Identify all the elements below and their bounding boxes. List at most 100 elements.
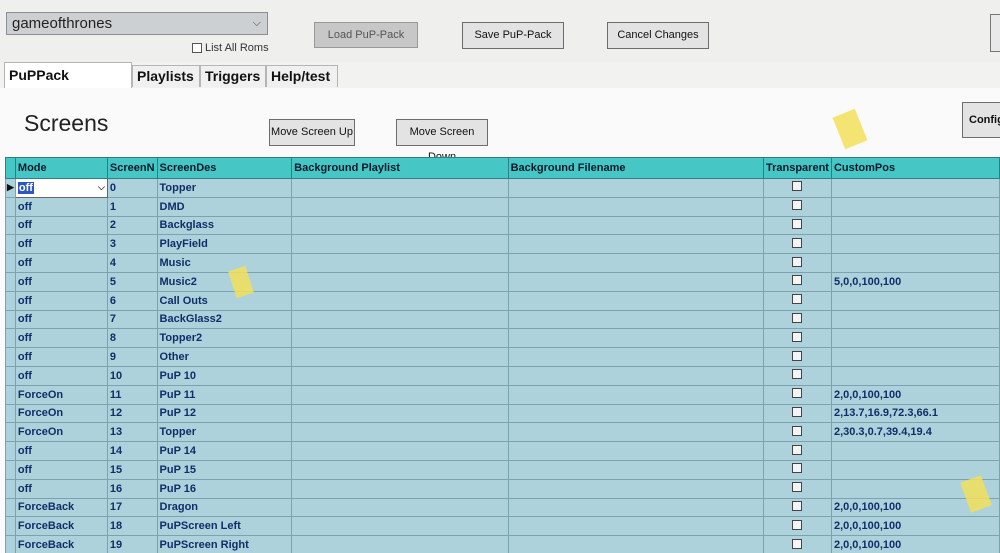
transparent-cell[interactable]: [762, 271, 832, 292]
background-filename-cell[interactable]: [507, 253, 764, 273]
transparent-checkbox[interactable]: [792, 463, 803, 474]
background-filename-cell[interactable]: [507, 271, 764, 292]
mode-cell[interactable]: ForceBack: [14, 497, 108, 518]
screen-description-cell[interactable]: Topper: [156, 178, 293, 198]
save-puppack-button[interactable]: Save PuP-Pack: [462, 22, 564, 49]
tab-triggers[interactable]: Triggers: [200, 65, 266, 87]
transparent-checkbox[interactable]: [792, 444, 803, 455]
transparent-cell[interactable]: [762, 290, 832, 311]
mode-cell[interactable]: ForceBack: [14, 516, 108, 537]
transparent-cell[interactable]: [762, 309, 832, 330]
background-playlist-cell[interactable]: [291, 290, 509, 311]
transparent-checkbox[interactable]: [792, 425, 803, 436]
transparent-checkbox[interactable]: [792, 350, 803, 361]
screen-number-cell[interactable]: 16: [106, 478, 158, 499]
row-indicator[interactable]: [5, 478, 16, 499]
screen-number-cell[interactable]: 7: [106, 309, 158, 330]
screen-description-cell[interactable]: PuP 11: [156, 384, 293, 405]
transparent-checkbox[interactable]: [792, 237, 803, 248]
screen-description-cell[interactable]: Other: [156, 347, 293, 367]
table-row[interactable]: ForceOn 13 Topper 2,30.3,0.7,39.4,19.4: [5, 422, 1000, 443]
custompos-cell[interactable]: [830, 253, 1000, 273]
custompos-cell[interactable]: [830, 290, 1000, 311]
custompos-cell[interactable]: 2,30.3,0.7,39.4,19.4: [830, 422, 1000, 443]
background-filename-cell[interactable]: [507, 478, 764, 499]
background-filename-cell[interactable]: [507, 178, 764, 198]
screen-description-cell[interactable]: Backglass: [156, 215, 293, 236]
screen-number-cell[interactable]: 1: [106, 196, 158, 217]
custompos-cell[interactable]: 2,13.7,16.9,72.3,66.1: [830, 403, 1000, 424]
mode-cell[interactable]: off: [14, 309, 108, 330]
screen-number-cell[interactable]: 19: [106, 535, 158, 553]
row-indicator[interactable]: [5, 234, 16, 255]
table-row[interactable]: off 5 Music2 5,0,0,100,100: [5, 271, 1000, 292]
background-playlist-cell[interactable]: [291, 271, 509, 292]
screen-description-cell[interactable]: PuP 10: [156, 365, 293, 386]
mode-cell[interactable]: ForceOn: [14, 422, 108, 443]
rom-select[interactable]: gameofthrones ⌵: [6, 12, 268, 35]
table-row[interactable]: ForceOn 12 PuP 12 2,13.7,16.9,72.3,66.1: [5, 403, 1000, 424]
transparent-cell[interactable]: [762, 497, 832, 518]
transparent-checkbox[interactable]: [792, 275, 803, 286]
screen-description-cell[interactable]: PuPScreen Right: [156, 535, 293, 553]
tab-puppack-screens[interactable]: PuPPack Screens: [4, 62, 132, 107]
row-indicator[interactable]: [5, 459, 16, 480]
background-playlist-cell[interactable]: [291, 178, 509, 198]
row-indicator[interactable]: [5, 309, 16, 330]
list-all-roms-checkbox[interactable]: [192, 43, 202, 53]
background-filename-cell[interactable]: [507, 290, 764, 311]
column-header-custompos[interactable]: CustomPos: [830, 157, 1000, 179]
mode-cell[interactable]: off: [14, 253, 108, 273]
screen-number-cell[interactable]: 12: [106, 403, 158, 424]
background-filename-cell[interactable]: [507, 215, 764, 236]
row-indicator[interactable]: [5, 271, 16, 292]
background-playlist-cell[interactable]: [291, 253, 509, 273]
screen-number-cell[interactable]: 10: [106, 365, 158, 386]
transparent-checkbox[interactable]: [792, 538, 803, 549]
row-indicator[interactable]: [5, 328, 16, 349]
row-indicator[interactable]: [5, 347, 16, 367]
transparent-checkbox[interactable]: [792, 200, 803, 211]
background-playlist-cell[interactable]: [291, 215, 509, 236]
move-screen-up-button[interactable]: Move Screen Up: [269, 119, 355, 146]
transparent-checkbox[interactable]: [792, 312, 803, 323]
mode-cell[interactable]: off: [14, 347, 108, 367]
row-indicator[interactable]: [5, 196, 16, 217]
transparent-checkbox[interactable]: [792, 218, 803, 229]
background-filename-cell[interactable]: [507, 328, 764, 349]
custompos-cell[interactable]: [830, 215, 1000, 236]
tab-playlists[interactable]: Playlists: [132, 65, 200, 87]
cancel-changes-button[interactable]: Cancel Changes: [607, 22, 709, 49]
screen-number-cell[interactable]: 13: [106, 422, 158, 443]
transparent-cell[interactable]: [762, 535, 832, 553]
transparent-cell[interactable]: [762, 459, 832, 480]
mode-cell[interactable]: off: [14, 365, 108, 386]
table-row[interactable]: ForceBack 17 Dragon 2,0,0,100,100: [5, 497, 1000, 518]
custompos-cell[interactable]: 2,0,0,100,100: [830, 516, 1000, 537]
table-row[interactable]: off 10 PuP 10: [5, 365, 1000, 386]
table-row[interactable]: ForceBack 19 PuPScreen Right 2,0,0,100,100: [5, 535, 1000, 553]
column-header-transparent[interactable]: Transparent: [762, 157, 832, 179]
background-playlist-cell[interactable]: [291, 196, 509, 217]
background-filename-cell[interactable]: [507, 516, 764, 537]
column-header-background-filename[interactable]: Background Filename: [507, 157, 764, 179]
background-filename-cell[interactable]: [507, 196, 764, 217]
screens-grid[interactable]: Mode ScreenN ScreenDes Background Playli…: [5, 157, 1000, 553]
background-playlist-cell[interactable]: [291, 403, 509, 424]
transparent-checkbox[interactable]: [792, 406, 803, 417]
table-row[interactable]: off 1 DMD: [5, 196, 1000, 217]
screen-number-cell[interactable]: 9: [106, 347, 158, 367]
screen-description-cell[interactable]: Dragon: [156, 497, 293, 518]
background-filename-cell[interactable]: [507, 441, 764, 461]
screen-description-cell[interactable]: PuPScreen Left: [156, 516, 293, 537]
transparent-cell[interactable]: [762, 384, 832, 405]
table-row[interactable]: ForceOn 11 PuP 11 2,0,0,100,100: [5, 384, 1000, 405]
screen-description-cell[interactable]: Topper: [156, 422, 293, 443]
background-filename-cell[interactable]: [507, 459, 764, 480]
table-row[interactable]: ▶ off ⌵ 0 Topper: [5, 178, 1000, 198]
custompos-cell[interactable]: [830, 178, 1000, 198]
edge-button[interactable]: [990, 14, 1000, 52]
table-row[interactable]: off 4 Music: [5, 253, 1000, 273]
background-filename-cell[interactable]: [507, 384, 764, 405]
background-playlist-cell[interactable]: [291, 478, 509, 499]
